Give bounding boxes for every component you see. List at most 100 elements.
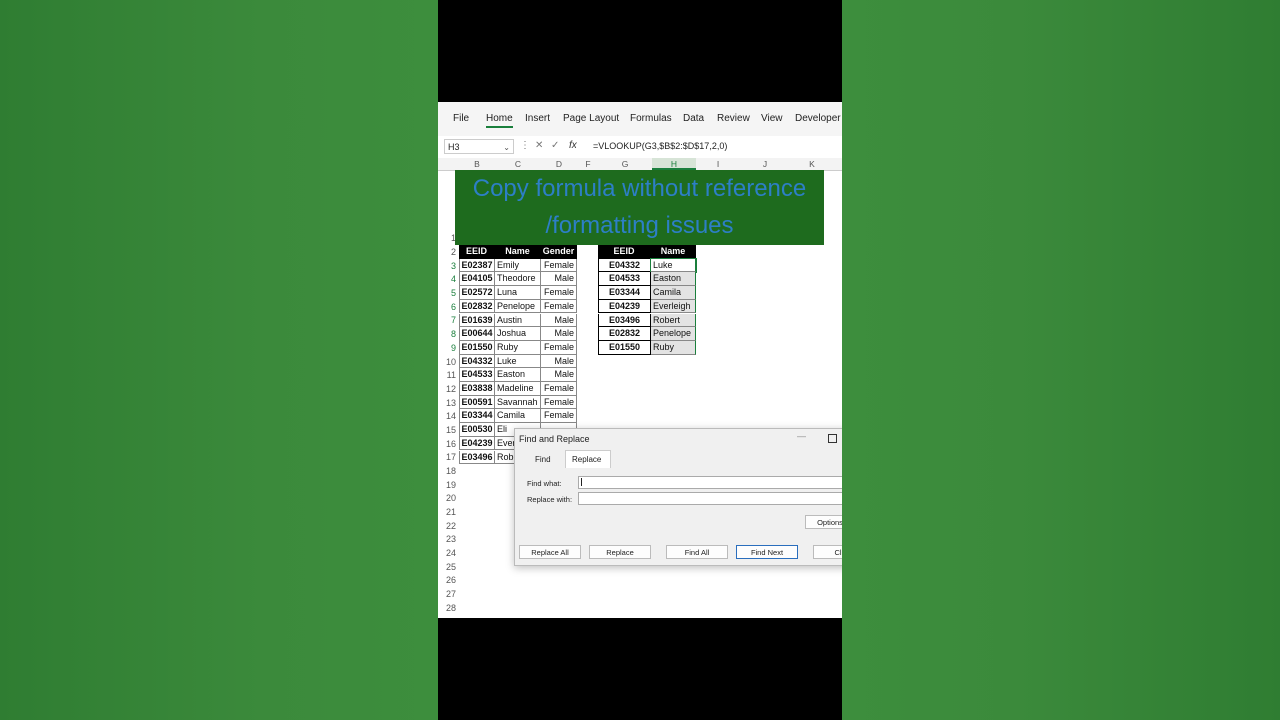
right-table-cell[interactable]: Easton xyxy=(651,272,696,287)
row-header[interactable]: 22 xyxy=(438,521,456,531)
replace-button[interactable]: Replace xyxy=(589,545,651,559)
left-table-cell[interactable]: E03496 xyxy=(459,450,495,465)
row-header[interactable]: 12 xyxy=(438,384,456,394)
right-table-cell[interactable]: Ruby xyxy=(651,340,696,355)
left-table-cell[interactable]: E01639 xyxy=(459,313,495,328)
right-table-cell[interactable]: Everleigh xyxy=(651,299,696,314)
row-header[interactable]: 15 xyxy=(438,425,456,435)
tab-replace[interactable]: Replace xyxy=(572,455,601,464)
minimize-icon[interactable]: — xyxy=(797,431,806,441)
column-header-b[interactable]: B xyxy=(470,159,484,169)
row-header[interactable]: 17 xyxy=(438,452,456,462)
row-header[interactable]: 11 xyxy=(438,370,456,380)
chevron-down-icon[interactable]: ⌄ xyxy=(503,140,510,155)
left-table-cell[interactable]: Male xyxy=(541,368,577,382)
find-next-button[interactable]: Find Next xyxy=(736,545,798,559)
column-header-h[interactable]: H xyxy=(667,159,681,169)
right-table-cell[interactable]: E01550 xyxy=(598,340,651,355)
row-header[interactable]: 3 xyxy=(438,261,456,271)
name-box[interactable]: H3 ⌄ xyxy=(444,139,514,154)
row-header[interactable]: 23 xyxy=(438,534,456,544)
left-table-cell[interactable]: Easton xyxy=(495,368,541,382)
row-header[interactable]: 9 xyxy=(438,343,456,353)
close-icon[interactable]: ✕ xyxy=(535,140,543,151)
right-table-cell[interactable]: Robert xyxy=(651,313,696,328)
column-header-k[interactable]: K xyxy=(805,159,819,169)
left-table-cell[interactable]: E02387 xyxy=(459,258,495,273)
left-table-cell[interactable]: E02572 xyxy=(459,286,495,300)
menu-file[interactable]: File xyxy=(453,113,469,124)
left-table-cell[interactable]: Female xyxy=(541,409,577,424)
left-table-cell[interactable]: E01550 xyxy=(459,340,495,355)
left-table-cell[interactable]: Male xyxy=(541,313,577,328)
row-header[interactable]: 16 xyxy=(438,439,456,449)
left-table-cell[interactable]: Female xyxy=(541,395,577,410)
column-header-f[interactable]: F xyxy=(581,159,595,169)
replace-all-button[interactable]: Replace All xyxy=(519,545,581,559)
right-table-cell[interactable]: E04533 xyxy=(598,272,651,287)
more-options-icon[interactable]: ⋮ xyxy=(520,140,530,151)
left-table-cell[interactable]: Female xyxy=(541,286,577,300)
row-header[interactable]: 27 xyxy=(438,589,456,599)
row-header[interactable]: 28 xyxy=(438,603,456,613)
check-icon[interactable]: ✓ xyxy=(551,140,559,151)
left-table-cell[interactable]: Luna xyxy=(495,286,541,300)
column-header-j[interactable]: J xyxy=(758,159,772,169)
column-header-c[interactable]: C xyxy=(511,159,525,169)
right-table-cell[interactable]: E04332 xyxy=(598,258,651,273)
left-table-cell[interactable]: Ruby xyxy=(495,340,541,355)
right-table-cell[interactable]: Luke xyxy=(650,257,697,274)
column-header-d[interactable]: D xyxy=(552,159,566,169)
left-table-cell[interactable]: Joshua xyxy=(495,327,541,341)
column-header-g[interactable]: G xyxy=(618,159,632,169)
left-table-cell[interactable]: Theodore xyxy=(495,272,541,287)
row-header[interactable]: 1 xyxy=(438,233,456,243)
row-header[interactable]: 18 xyxy=(438,466,456,476)
right-table-cell[interactable]: E03344 xyxy=(598,286,651,300)
options-button[interactable]: Options xyxy=(805,515,842,529)
left-table-cell[interactable]: E03838 xyxy=(459,382,495,396)
left-table-cell[interactable]: E04533 xyxy=(459,368,495,382)
row-header[interactable]: 2 xyxy=(438,247,456,257)
left-table-cell[interactable]: E03344 xyxy=(459,409,495,424)
menu-developer[interactable]: Developer xyxy=(795,113,841,124)
row-header[interactable]: 24 xyxy=(438,548,456,558)
replace-with-input[interactable] xyxy=(578,492,842,505)
left-table-cell[interactable]: Luke xyxy=(495,354,541,369)
left-table-cell[interactable]: E00591 xyxy=(459,395,495,410)
left-table-cell[interactable]: E04239 xyxy=(459,436,495,451)
row-header[interactable]: 20 xyxy=(438,493,456,503)
left-table-cell[interactable]: Male xyxy=(541,354,577,369)
find-what-input[interactable] xyxy=(578,476,842,489)
row-header[interactable]: 26 xyxy=(438,575,456,585)
left-table-cell[interactable]: Penelope xyxy=(495,299,541,314)
menu-formulas[interactable]: Formulas xyxy=(630,113,672,124)
right-table-cell[interactable]: Penelope xyxy=(651,327,696,341)
left-table-cell[interactable]: Madeline xyxy=(495,382,541,396)
row-header[interactable]: 7 xyxy=(438,315,456,325)
left-table-cell[interactable]: Female xyxy=(541,340,577,355)
right-table-cell[interactable]: E04239 xyxy=(598,299,651,314)
row-header[interactable]: 4 xyxy=(438,274,456,284)
left-table-cell[interactable]: E00644 xyxy=(459,327,495,341)
left-table-cell[interactable]: Savannah xyxy=(495,395,541,410)
left-table-cell[interactable]: E04332 xyxy=(459,354,495,369)
left-table-cell[interactable]: E00530 xyxy=(459,423,495,437)
left-table-cell[interactable]: Austin xyxy=(495,313,541,328)
fx-icon[interactable]: fx xyxy=(569,140,577,151)
menu-review[interactable]: Review xyxy=(717,113,750,124)
menu-view[interactable]: View xyxy=(761,113,783,124)
left-table-cell[interactable]: Female xyxy=(541,299,577,314)
close-button[interactable]: Cl xyxy=(813,545,842,559)
title-banner[interactable]: Copy formula without reference /formatti… xyxy=(455,170,824,245)
row-header[interactable]: 8 xyxy=(438,329,456,339)
left-table-cell[interactable]: Emily xyxy=(495,258,541,273)
left-table-cell[interactable]: Female xyxy=(541,258,577,273)
right-table-cell[interactable]: E03496 xyxy=(598,313,651,328)
left-table-cell[interactable]: Female xyxy=(541,382,577,396)
row-header[interactable]: 14 xyxy=(438,411,456,421)
row-header[interactable]: 5 xyxy=(438,288,456,298)
column-header-i[interactable]: I xyxy=(711,159,725,169)
left-table-cell[interactable]: E02832 xyxy=(459,299,495,314)
row-header[interactable]: 25 xyxy=(438,562,456,572)
